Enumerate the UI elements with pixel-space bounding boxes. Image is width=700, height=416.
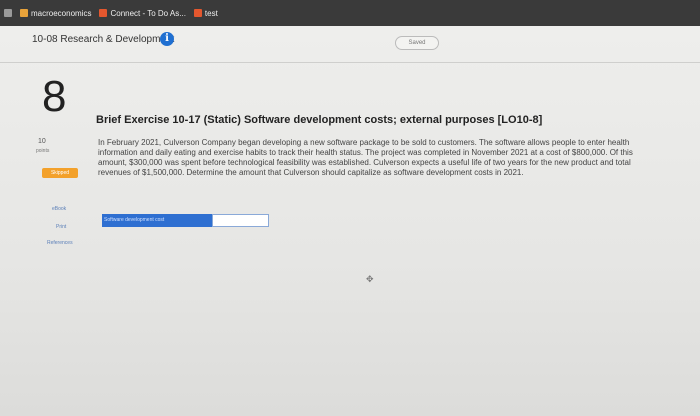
answer-label: Software development cost (102, 214, 212, 227)
bookmark-label: test (204, 8, 218, 18)
status-badge: Skipped (42, 168, 78, 178)
bookmark-macroeconomics[interactable]: macroeconomics (20, 9, 91, 18)
print-link[interactable]: Print (56, 224, 66, 230)
mouse-cursor-icon: ✥ (366, 274, 374, 284)
points-label: points (36, 148, 50, 154)
connect-icon (99, 9, 108, 17)
info-icon[interactable]: i (160, 32, 174, 46)
answer-row: Software development cost (102, 214, 269, 227)
bookmark-label: macroeconomics (31, 8, 92, 18)
folder-icon (20, 9, 28, 17)
ebook-link[interactable]: eBook (52, 206, 66, 212)
back-arrow-icon[interactable] (4, 9, 12, 17)
bookmarks-bar: macroeconomics Connect - To Do As... tes… (0, 0, 700, 26)
points-value: 10 (38, 138, 46, 145)
question-title: Brief Exercise 10-17 (Static) Software d… (96, 114, 543, 126)
references-link[interactable]: References (47, 240, 73, 246)
saved-status: Saved (395, 36, 439, 50)
software-cost-input[interactable] (212, 214, 269, 227)
question-number: 8 (42, 72, 67, 121)
bookmark-connect[interactable]: Connect - To Do As... (99, 8, 186, 18)
assignment-page: 10-08 Research & Development i Saved 8 B… (0, 26, 700, 416)
assignment-title: 10-08 Research & Development (32, 34, 175, 45)
question-description: In February 2021, Culverson Company bega… (98, 138, 633, 177)
bookmark-test[interactable]: test (193, 8, 218, 18)
bookmark-label: Connect - To Do As... (110, 8, 186, 18)
connect-icon (193, 9, 202, 17)
assignment-header: 10-08 Research & Development i Saved (0, 26, 700, 63)
